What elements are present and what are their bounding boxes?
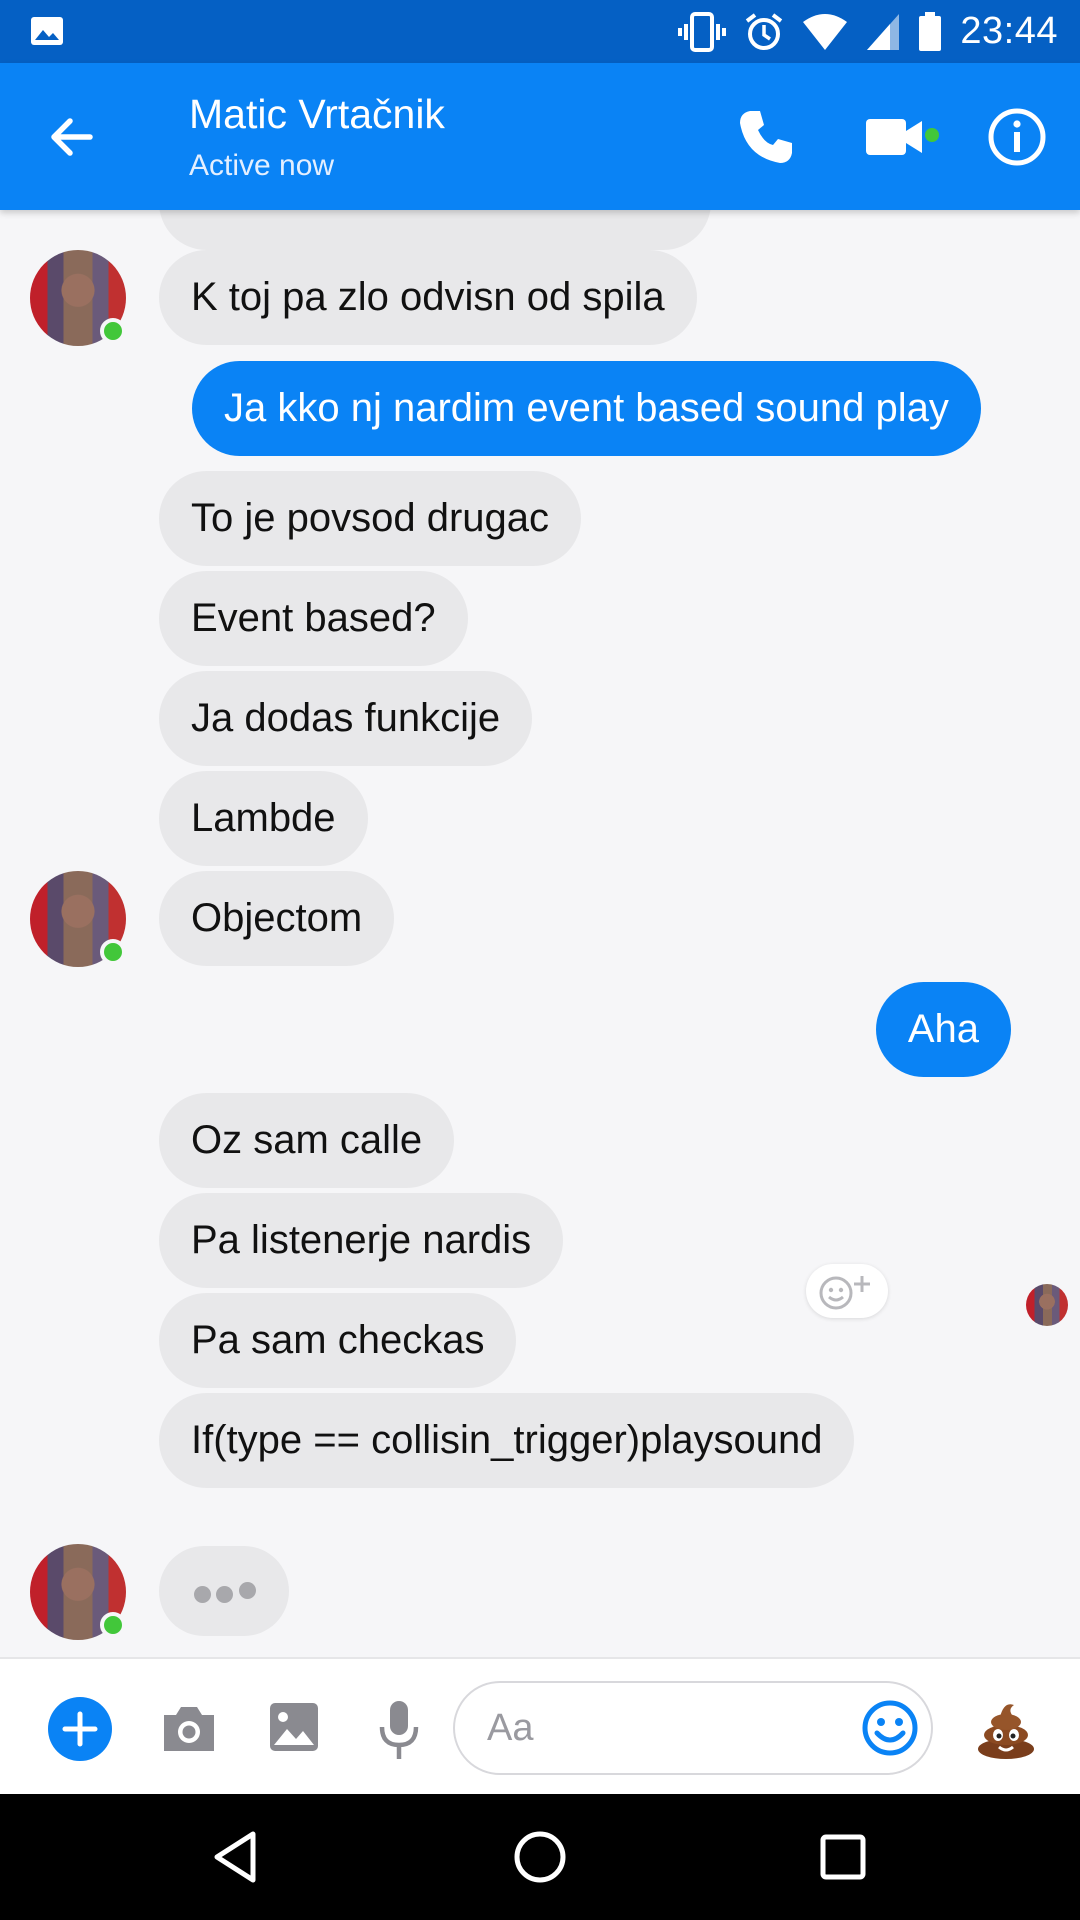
message-bubble-incoming[interactable]: Objectom	[159, 871, 395, 966]
contact-name[interactable]: Matic Vrtačnik	[189, 91, 445, 138]
message-bubble-incoming[interactable]: Pa sam checkas	[159, 1293, 517, 1388]
back-triangle-icon[interactable]	[203, 1824, 269, 1890]
contact-avatar[interactable]	[30, 1544, 126, 1640]
online-indicator	[100, 318, 126, 344]
message-bubble-incoming[interactable]: Ja dodas funkcije	[159, 671, 533, 766]
battery-icon	[919, 11, 942, 51]
message-bubble-incoming[interactable]: Lambde	[159, 771, 368, 866]
message-bubble-outgoing[interactable]: Ja kko nj nardim event based sound play	[192, 361, 981, 456]
add-button[interactable]	[48, 1697, 112, 1761]
status-bar: 23:44	[0, 0, 1080, 63]
info-icon[interactable]	[985, 105, 1049, 169]
online-indicator	[100, 939, 126, 965]
video-camera-icon[interactable]	[862, 113, 940, 161]
alarm-icon	[746, 12, 783, 50]
add-reaction-icon	[819, 1276, 870, 1310]
typing-indicator	[159, 1546, 289, 1636]
message-input[interactable]	[487, 1683, 847, 1773]
message-bubble-partial[interactable]	[159, 210, 711, 250]
message-input-container[interactable]	[453, 1681, 933, 1775]
add-reaction-button[interactable]	[806, 1264, 888, 1318]
vibrate-icon	[678, 11, 727, 52]
message-bubble-incoming[interactable]: To je povsod drugac	[159, 471, 582, 566]
wifi-icon	[803, 13, 848, 50]
message-bubble-incoming[interactable]: Event based?	[159, 571, 468, 666]
emoji-icon[interactable]	[861, 1699, 919, 1757]
image-icon[interactable]	[268, 1701, 320, 1753]
message-bubble-incoming[interactable]: If(type == collisin_trigger)playsound	[159, 1393, 855, 1488]
conversation-header: Matic Vrtačnik Active now	[0, 63, 1080, 210]
back-arrow-icon[interactable]	[42, 107, 102, 167]
seen-avatar	[1026, 1284, 1068, 1326]
recents-square-icon[interactable]	[810, 1824, 876, 1890]
message-bubble-incoming[interactable]: Oz sam calle	[159, 1093, 455, 1188]
add-icon	[62, 1711, 98, 1747]
phone-icon[interactable]	[734, 105, 798, 169]
gallery-icon	[31, 17, 63, 45]
online-indicator	[100, 1612, 126, 1638]
message-composer	[0, 1657, 1080, 1794]
message-bubble-incoming[interactable]: K toj pa zlo odvisn od spila	[159, 250, 697, 345]
system-navigation-bar	[0, 1794, 1080, 1920]
message-list[interactable]: K toj pa zlo odvisn od spila Ja kko nj n…	[0, 210, 1080, 1657]
poop-emoji-icon[interactable]	[974, 1697, 1038, 1761]
microphone-icon[interactable]	[378, 1699, 420, 1761]
contact-avatar[interactable]	[30, 250, 126, 346]
message-bubble-incoming[interactable]: Pa listenerje nardis	[159, 1193, 564, 1288]
active-status: Active now	[189, 149, 335, 182]
camera-icon[interactable]	[160, 1701, 218, 1755]
message-bubble-outgoing[interactable]: Aha	[875, 982, 1011, 1077]
home-circle-icon[interactable]	[507, 1824, 573, 1890]
signal-icon	[867, 13, 900, 50]
status-time: 23:44	[960, 10, 1058, 52]
contact-avatar[interactable]	[30, 871, 126, 967]
